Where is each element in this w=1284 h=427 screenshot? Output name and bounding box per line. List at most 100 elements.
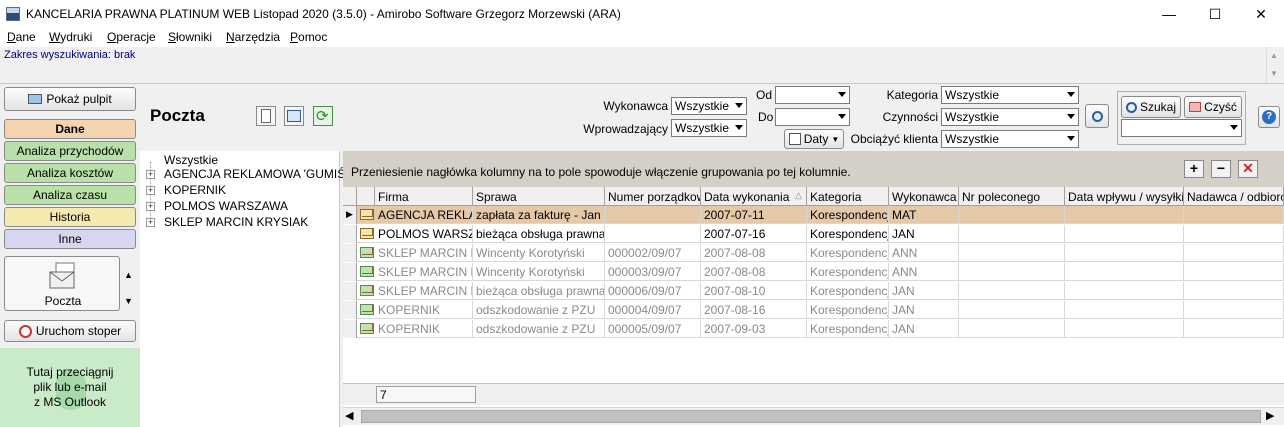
cell-data-wplywu[interactable] — [1065, 320, 1184, 338]
col-firma[interactable]: Firma — [375, 187, 473, 206]
scroll-left-icon[interactable]: ◀ — [345, 409, 353, 422]
module-list-scrollbar[interactable]: ▲ ▼ — [121, 256, 136, 311]
maximize-button[interactable]: ☐ — [1192, 0, 1238, 28]
row-indicator[interactable] — [343, 301, 357, 319]
cell-sprawa[interactable]: bieżąca obsługa prawna - — [473, 282, 605, 300]
col-wykonawca[interactable]: Wykonawca — [889, 187, 959, 206]
menu-operacje[interactable]: Operacje — [107, 30, 156, 44]
cell-wykonawca[interactable]: ANN — [889, 263, 959, 281]
cell-sprawa[interactable]: bieżąca obsługa prawna - — [473, 225, 605, 243]
cell-numer[interactable] — [605, 206, 701, 224]
cell-wykonawca[interactable]: JAN — [889, 225, 959, 243]
scroll-down-icon[interactable]: ▼ — [1270, 69, 1278, 78]
col-numer[interactable]: Numer porządkowy — [605, 187, 701, 206]
date-to-field[interactable] — [775, 108, 850, 126]
remove-row-button[interactable]: − — [1211, 160, 1231, 178]
close-button[interactable]: ✕ — [1238, 0, 1284, 28]
wykonawca-select[interactable]: Wszystkie — [671, 97, 747, 115]
cell-nadawca[interactable] — [1184, 206, 1284, 224]
menu-dane[interactable]: Dane — [7, 30, 36, 44]
drop-zone[interactable]: Tutaj przeciągnij plik lub e-mail z MS O… — [0, 348, 140, 427]
cell-nadawca[interactable] — [1184, 301, 1284, 319]
tree-item[interactable]: POLMOS WARSZAWA — [164, 199, 288, 213]
cell-wykonawca[interactable]: ANN — [889, 244, 959, 262]
cell-data-wplywu[interactable] — [1065, 263, 1184, 281]
expand-icon[interactable]: + — [146, 186, 155, 195]
cell-firma[interactable]: AGENCJA REKLAM — [375, 206, 473, 224]
cell-kategoria[interactable]: Korespondencja — [807, 206, 889, 224]
cell-nadawca[interactable] — [1184, 263, 1284, 281]
daty-button[interactable]: Daty ▼ — [784, 129, 844, 149]
table-row[interactable]: SKLEP MARCIN KFWincenty Korotyński000002… — [343, 244, 1284, 262]
cell-data-wykonania[interactable]: 2007-08-08 — [701, 263, 807, 281]
menu-pomoc[interactable]: Pomoc — [290, 30, 327, 44]
cell-nadawca[interactable] — [1184, 320, 1284, 338]
expand-icon[interactable]: + — [146, 202, 155, 211]
menu-slowniki[interactable]: Słowniki — [168, 30, 212, 44]
cell-numer[interactable] — [605, 225, 701, 243]
cell-nr-poleconego[interactable] — [959, 282, 1065, 300]
tree-root[interactable]: Wszystkie — [164, 153, 218, 167]
obciazyc-klienta-select[interactable]: Wszystkie — [941, 130, 1079, 148]
table-row[interactable]: SKLEP MARCIN KFWincenty Korotyński000003… — [343, 263, 1284, 281]
cell-wykonawca[interactable]: JAN — [889, 301, 959, 319]
cell-wykonawca[interactable]: JAN — [889, 282, 959, 300]
col-data-wykonania[interactable]: Data wykonania △ — [701, 187, 807, 206]
cell-data-wplywu[interactable] — [1065, 225, 1184, 243]
delete-row-button[interactable]: ✕ — [1238, 160, 1258, 178]
table-row[interactable]: ▶ AGENCJA REKLAMzapłata za fakturę - Jan … — [343, 206, 1284, 224]
row-indicator[interactable] — [343, 225, 357, 243]
cell-firma[interactable]: KOPERNIK — [375, 301, 473, 319]
sidebar-item-analiza-czasu[interactable]: Analiza czasu — [4, 185, 136, 205]
cell-numer[interactable]: 000006/09/07 — [605, 282, 701, 300]
minimize-button[interactable]: — — [1146, 0, 1192, 28]
czysc-button[interactable]: Czyść — [1184, 96, 1242, 118]
sidebar-item-dane[interactable]: Dane — [4, 119, 136, 139]
tree-item[interactable]: KOPERNIK — [164, 183, 226, 197]
row-indicator[interactable] — [343, 282, 357, 300]
new-document-button[interactable] — [256, 106, 276, 126]
cell-nr-poleconego[interactable] — [959, 263, 1065, 281]
scroll-up-icon[interactable]: ▲ — [1270, 51, 1278, 60]
menu-wydruki[interactable]: Wydruki — [49, 30, 92, 44]
cell-firma[interactable]: KOPERNIK — [375, 320, 473, 338]
cell-sprawa[interactable]: Wincenty Korotyński — [473, 244, 605, 262]
cell-kategoria[interactable]: Korespondencja — [807, 263, 889, 281]
sidebar-item-analiza-przychodow[interactable]: Analiza przychodów — [4, 141, 136, 161]
cell-nadawca[interactable] — [1184, 225, 1284, 243]
scroll-thumb[interactable] — [361, 410, 1261, 423]
table-row[interactable]: KOPERNIK odszkodowanie z PZU 000005/09/07 2… — [343, 320, 1284, 338]
cell-kategoria[interactable]: Korespondencja — [807, 225, 889, 243]
table-row[interactable]: KOPERNIK odszkodowanie z PZU 000004/09/07 2… — [343, 301, 1284, 319]
add-row-button[interactable]: + — [1184, 160, 1204, 178]
table-row[interactable]: POLMOS WARSZAbieżąca obsługa prawna - 20… — [343, 225, 1284, 243]
row-indicator[interactable] — [343, 244, 357, 262]
cell-sprawa[interactable]: Wincenty Korotyński — [473, 263, 605, 281]
scroll-down-icon[interactable]: ▼ — [124, 296, 133, 306]
cell-data-wykonania[interactable]: 2007-08-10 — [701, 282, 807, 300]
cell-kategoria[interactable]: Korespondencja — [807, 320, 889, 338]
cell-sprawa[interactable]: odszkodowanie z PZU — [473, 301, 605, 319]
sidebar-item-analiza-kosztow[interactable]: Analiza kosztów — [4, 163, 136, 183]
cell-firma[interactable]: SKLEP MARCIN KF — [375, 263, 473, 281]
expand-icon[interactable]: + — [146, 170, 155, 179]
cell-data-wykonania[interactable]: 2007-07-11 — [701, 206, 807, 224]
cell-kategoria[interactable]: Korespondencja — [807, 244, 889, 262]
cell-nr-poleconego[interactable] — [959, 244, 1065, 262]
cell-nr-poleconego[interactable] — [959, 225, 1065, 243]
horizontal-scrollbar[interactable]: ◀ ▶ — [343, 407, 1284, 425]
quick-search-button[interactable] — [1085, 104, 1109, 128]
scroll-right-icon[interactable]: ▶ — [1266, 409, 1274, 422]
show-desktop-button[interactable]: Pokaż pulpit — [4, 87, 136, 111]
sidebar-item-historia[interactable]: Historia — [4, 207, 136, 227]
saved-search-select[interactable] — [1121, 119, 1242, 137]
row-indicator[interactable] — [343, 320, 357, 338]
list-view-button[interactable] — [284, 106, 304, 126]
szukaj-button[interactable]: Szukaj — [1121, 96, 1181, 118]
wprowadzajacy-select[interactable]: Wszystkie — [671, 119, 747, 137]
scroll-up-icon[interactable]: ▲ — [124, 270, 133, 280]
tree-item[interactable]: SKLEP MARCIN KRYSIAK — [164, 215, 308, 229]
cell-kategoria[interactable]: Korespondencja — [807, 282, 889, 300]
cell-firma[interactable]: SKLEP MARCIN KF — [375, 244, 473, 262]
col-data-wplywu[interactable]: Data wpływu / wysyłki — [1065, 187, 1184, 206]
